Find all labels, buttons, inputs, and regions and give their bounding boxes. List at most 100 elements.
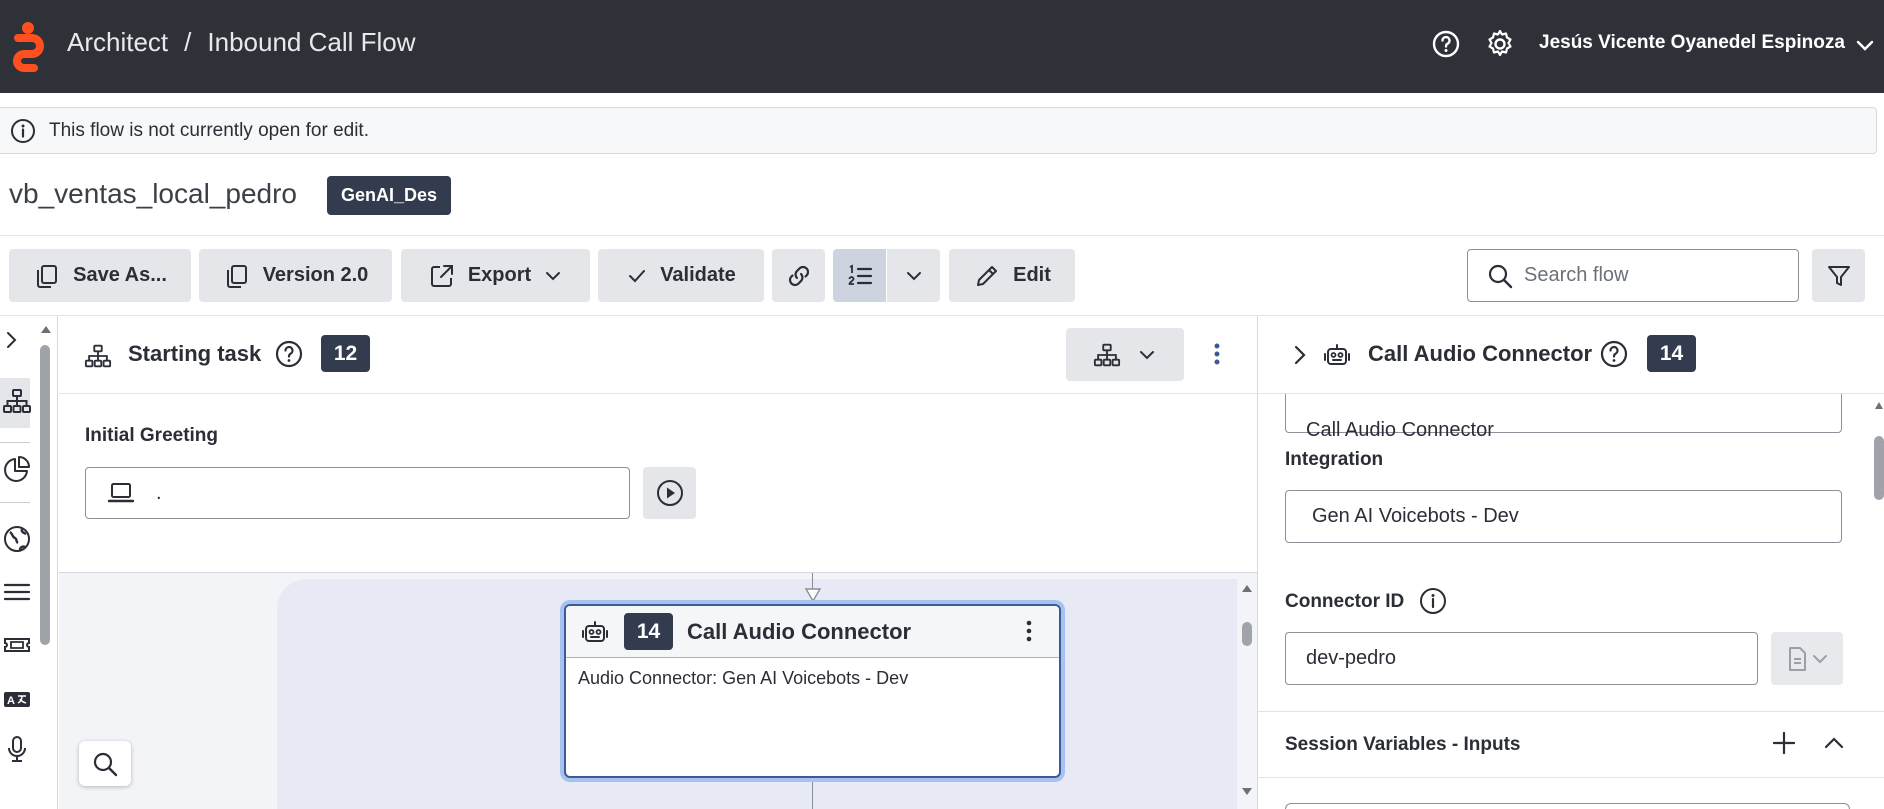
integration-value: Gen AI Voicebots - Dev — [1312, 505, 1519, 527]
breadcrumb-architect[interactable]: Architect — [67, 27, 168, 58]
hierarchy-icon[interactable] — [2, 386, 32, 416]
expression-mode-button[interactable] — [1771, 632, 1843, 685]
link-icon — [788, 265, 809, 286]
kebab-menu-icon[interactable] — [1017, 619, 1041, 643]
task-count-badge: 12 — [321, 335, 370, 372]
kebab-menu-icon[interactable] — [1206, 340, 1228, 368]
robot-icon — [582, 620, 608, 642]
properties-panel: Call Audio Connector Call Audio Connecto… — [1257, 316, 1884, 809]
rail-scrollbar-thumb[interactable] — [40, 345, 50, 645]
node-count-badge: 14 — [624, 613, 673, 650]
version-label: Version 2.0 — [262, 264, 369, 286]
flow-name: vb_ventas_local_pedro — [9, 178, 297, 209]
play-icon — [656, 480, 683, 506]
gear-icon[interactable] — [1484, 28, 1516, 60]
connector-id-value: dev-pedro — [1306, 647, 1397, 669]
canvas-search-button[interactable] — [79, 741, 131, 786]
save-as-label: Save As... — [73, 264, 167, 286]
scroll-up-arrow-icon[interactable] — [1874, 400, 1884, 410]
properties-count-badge: 14 — [1647, 335, 1696, 372]
initial-greeting-value: . — [156, 481, 162, 504]
call-audio-connector-node[interactable]: 14 Call Audio Connector Audio Connector:… — [564, 604, 1061, 778]
user-name[interactable]: Jesús Vicente Oyanedel Espinoza — [1539, 32, 1845, 54]
node-title: Call Audio Connector — [687, 618, 912, 644]
session-variable-field[interactable] — [1285, 803, 1850, 809]
filter-button[interactable] — [1812, 249, 1865, 302]
properties-header: Call Audio Connector 14 — [1258, 316, 1884, 394]
view-options-dropdown[interactable] — [887, 249, 940, 302]
session-variables-label: Session Variables - Inputs — [1285, 734, 1521, 755]
node-header: 14 Call Audio Connector — [566, 606, 1059, 658]
connector-id-label: Connector ID — [1285, 591, 1405, 612]
translate-icon[interactable]: A — [2, 684, 32, 714]
division-badge: GenAI_Des — [327, 176, 452, 215]
search-flow-field[interactable] — [1467, 249, 1799, 302]
search-flow-input[interactable] — [1524, 264, 1774, 287]
help-icon[interactable] — [1430, 28, 1462, 60]
hierarchy-icon — [1093, 343, 1121, 366]
notice-text: This flow is not currently open for edit… — [49, 119, 369, 141]
flow-arrow-icon — [804, 588, 822, 603]
external-link-icon — [430, 264, 453, 287]
export-button[interactable]: Export — [401, 249, 590, 302]
chevron-down-icon — [906, 271, 921, 280]
genesys-logo-icon[interactable] — [12, 20, 44, 72]
integration-label: Integration — [1285, 449, 1384, 470]
chevron-right-icon[interactable] — [2, 330, 22, 350]
outline-view-button[interactable] — [833, 249, 886, 302]
read-only-notice: This flow is not currently open for edit… — [0, 107, 1877, 154]
properties-scrollbar-thumb[interactable] — [1874, 436, 1884, 500]
version-button[interactable]: Version 2.0 — [199, 249, 392, 302]
breadcrumb-separator: / — [184, 27, 192, 57]
search-icon — [1488, 264, 1513, 288]
divider — [1258, 777, 1884, 778]
breadcrumb-flow-type[interactable]: Inbound Call Flow — [207, 27, 415, 58]
dependencies-button[interactable] — [772, 249, 825, 302]
initial-greeting-field[interactable]: . — [85, 467, 630, 519]
node-description: Audio Connector: Gen AI Voicebots - Dev — [578, 668, 909, 688]
integration-field[interactable]: Gen AI Voicebots - Dev — [1285, 490, 1842, 543]
chevron-down-icon — [546, 271, 561, 280]
numbered-list-icon — [848, 264, 872, 285]
save-as-button[interactable]: Save As... — [9, 249, 191, 302]
globe-icon[interactable] — [2, 524, 32, 554]
svg-text:A: A — [7, 695, 15, 707]
scroll-up-arrow-icon[interactable] — [40, 323, 52, 335]
breadcrumb: Architect / Inbound Call Flow — [67, 27, 416, 58]
plus-icon[interactable] — [1771, 730, 1797, 756]
pie-chart-icon[interactable] — [2, 454, 32, 484]
info-icon[interactable] — [1418, 586, 1448, 616]
top-header: Architect / Inbound Call Flow Jesús Vice… — [0, 0, 1884, 93]
canvas-scrollbar[interactable] — [1239, 580, 1255, 809]
edit-label: Edit — [1013, 264, 1051, 286]
menu-icon[interactable] — [2, 577, 32, 607]
connector-id-field[interactable]: dev-pedro — [1285, 632, 1758, 685]
rail-divider — [0, 502, 30, 503]
rail-divider — [0, 442, 30, 443]
export-label: Export — [467, 264, 532, 286]
flow-connector-line — [812, 780, 813, 809]
hierarchy-icon — [84, 344, 112, 368]
divider — [1258, 711, 1884, 712]
search-icon — [93, 752, 118, 776]
laptop-icon — [107, 483, 135, 503]
ticket-icon[interactable] — [2, 630, 32, 660]
action-name-value: Call Audio Connector — [1306, 419, 1494, 441]
check-icon — [629, 269, 646, 282]
info-icon — [11, 118, 35, 143]
edit-button[interactable]: Edit — [949, 249, 1075, 302]
copy-icon — [226, 264, 247, 288]
chevron-down-icon[interactable] — [1854, 34, 1876, 56]
help-icon[interactable] — [1599, 339, 1629, 369]
validate-button[interactable]: Validate — [598, 249, 764, 302]
play-greeting-button[interactable] — [643, 467, 696, 519]
robot-icon — [1324, 344, 1350, 365]
task-title: Starting task — [128, 341, 262, 366]
properties-title: Call Audio Connector — [1368, 341, 1593, 366]
microphone-icon[interactable] — [2, 734, 32, 764]
help-icon[interactable] — [274, 339, 304, 369]
chevron-down-icon — [1140, 350, 1154, 359]
view-mode-dropdown[interactable] — [1066, 328, 1184, 381]
chevron-right-icon[interactable] — [1288, 343, 1312, 367]
chevron-up-icon[interactable] — [1821, 730, 1847, 756]
